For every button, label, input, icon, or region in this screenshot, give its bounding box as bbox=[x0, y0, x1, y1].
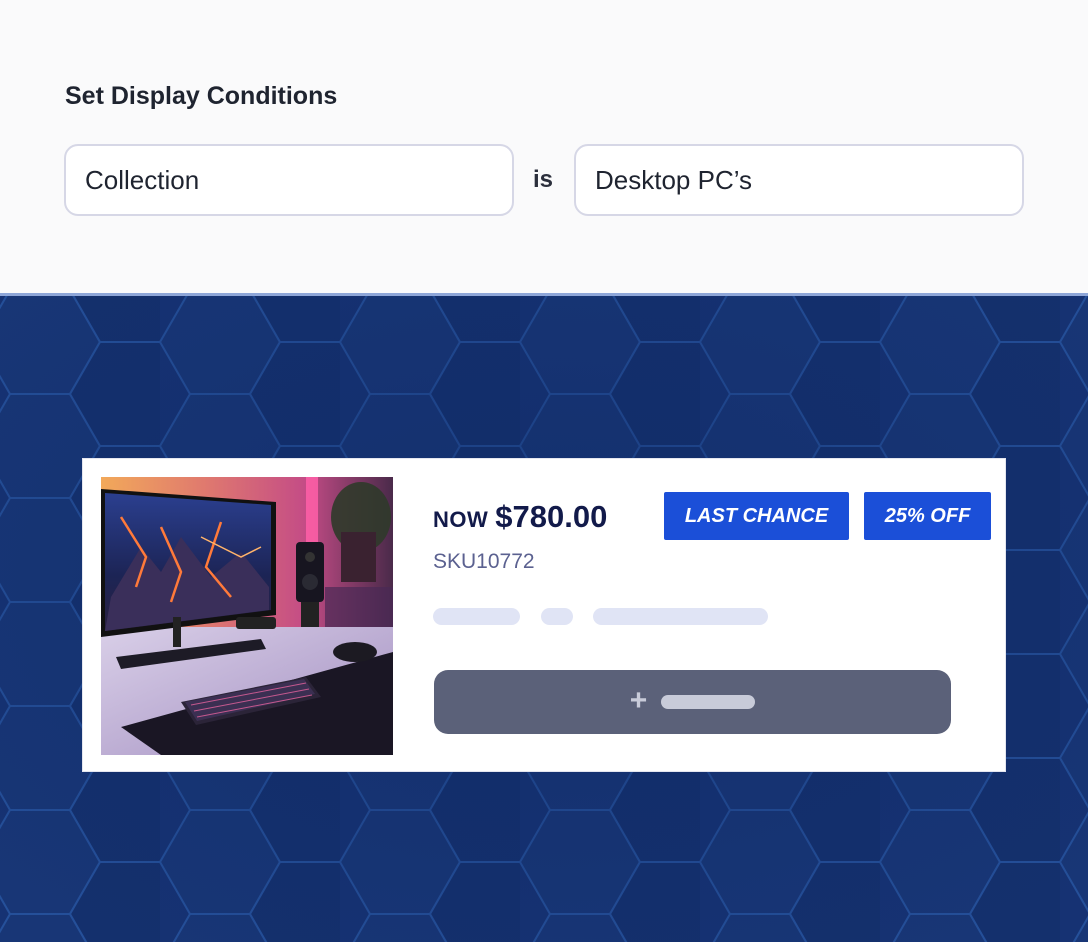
product-sku: SKU10772 bbox=[433, 550, 535, 573]
condition-field-select[interactable]: Collection bbox=[64, 144, 514, 216]
last-chance-badge: LAST CHANCE bbox=[664, 492, 849, 540]
desktop-pc-setup-photo bbox=[101, 477, 393, 755]
product-card: NOW $780.00 SKU10772 LAST CHANCE 25% OFF… bbox=[82, 458, 1006, 772]
add-to-cart-button[interactable]: + bbox=[434, 670, 951, 734]
discount-badge: 25% OFF bbox=[864, 492, 991, 540]
product-price: $780.00 bbox=[495, 499, 608, 534]
display-conditions-panel: Set Display Conditions Collection is Des… bbox=[0, 0, 1088, 295]
price-row: NOW $780.00 bbox=[433, 499, 607, 535]
placeholder-line bbox=[541, 608, 573, 625]
button-label-placeholder bbox=[661, 695, 756, 709]
condition-value-select[interactable]: Desktop PC’s bbox=[574, 144, 1024, 216]
conditions-heading: Set Display Conditions bbox=[65, 82, 338, 110]
plus-icon: + bbox=[629, 683, 648, 717]
condition-field-value: Collection bbox=[85, 164, 200, 195]
condition-operator: is bbox=[533, 166, 554, 193]
product-image[interactable] bbox=[101, 477, 393, 755]
placeholder-line bbox=[593, 608, 768, 625]
condition-value-text: Desktop PC’s bbox=[595, 164, 753, 195]
now-label: NOW bbox=[433, 507, 489, 532]
placeholder-line bbox=[433, 608, 520, 625]
